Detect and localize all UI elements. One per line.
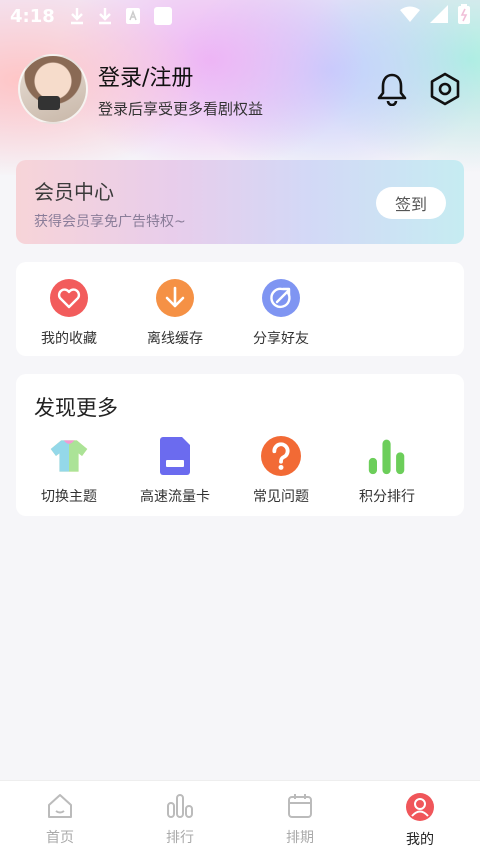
checkin-button[interactable]: 签到: [376, 187, 446, 219]
share-icon: [261, 278, 301, 318]
ranking-icon: [166, 793, 194, 823]
login-register-link[interactable]: 登录/注册: [98, 60, 263, 92]
signal-icon: [430, 4, 448, 28]
vip-center-card[interactable]: 会员中心 获得会员享免广告特权~ 签到: [16, 160, 464, 244]
heart-icon: [49, 278, 89, 318]
offline-cache-label: 离线缓存: [147, 331, 203, 347]
tab-mine[interactable]: 我的: [360, 781, 480, 853]
discover-title: 发现更多: [34, 396, 118, 420]
sim-card-icon: [155, 436, 195, 476]
tab-ranking[interactable]: 排行: [120, 781, 240, 853]
points-ranking-label: 积分排行: [359, 489, 415, 505]
quick-actions-card: 我的收藏 离线缓存 分享好友: [16, 262, 464, 356]
favorites-label: 我的收藏: [41, 331, 97, 347]
user-icon: [406, 793, 434, 825]
question-icon: [261, 436, 301, 476]
theme-shirt-icon: [49, 436, 89, 476]
tab-schedule-label: 排期: [286, 830, 314, 846]
status-time: 4:18: [10, 5, 55, 27]
tab-schedule[interactable]: 排期: [240, 781, 360, 853]
app-notification-icon: [153, 6, 173, 26]
download-icon: [155, 278, 195, 318]
status-bar: 4:18: [0, 0, 480, 32]
app-notification-icon: [125, 7, 141, 25]
bell-icon[interactable]: [376, 72, 408, 106]
switch-theme-label: 切换主题: [41, 489, 97, 505]
tab-ranking-label: 排行: [166, 830, 194, 846]
avatar[interactable]: [18, 54, 88, 124]
tab-home[interactable]: 首页: [0, 781, 120, 853]
tab-mine-label: 我的: [406, 832, 434, 848]
wifi-icon: [400, 6, 420, 27]
login-subtitle: 登录后享受更多看剧权益: [98, 99, 264, 118]
share-friends-label: 分享好友: [253, 331, 309, 347]
battery-icon: [458, 3, 470, 29]
settings-gear-icon[interactable]: [428, 72, 462, 106]
data-card-item[interactable]: 高速流量卡: [122, 436, 228, 506]
points-ranking-item[interactable]: 积分排行: [334, 436, 440, 506]
switch-theme-item[interactable]: 切换主题: [16, 436, 122, 506]
download-notification-icon: [97, 7, 113, 25]
bottom-tab-bar: 首页 排行 排期 我的: [0, 780, 480, 853]
profile-header: 登录/注册 登录后享受更多看剧权益: [18, 52, 462, 126]
discover-more-card: 发现更多 切换主题 高速流量卡 常见问题 积分排行: [16, 374, 464, 516]
home-icon: [46, 793, 74, 823]
faq-item[interactable]: 常见问题: [228, 436, 334, 506]
favorites-item[interactable]: 我的收藏: [16, 278, 122, 348]
calendar-icon: [286, 793, 314, 823]
tab-home-label: 首页: [46, 830, 74, 846]
offline-cache-item[interactable]: 离线缓存: [122, 278, 228, 348]
faq-label: 常见问题: [253, 489, 309, 505]
download-notification-icon: [69, 7, 85, 25]
share-friends-item[interactable]: 分享好友: [228, 278, 334, 348]
data-card-label: 高速流量卡: [140, 489, 210, 505]
bar-chart-icon: [367, 436, 407, 476]
